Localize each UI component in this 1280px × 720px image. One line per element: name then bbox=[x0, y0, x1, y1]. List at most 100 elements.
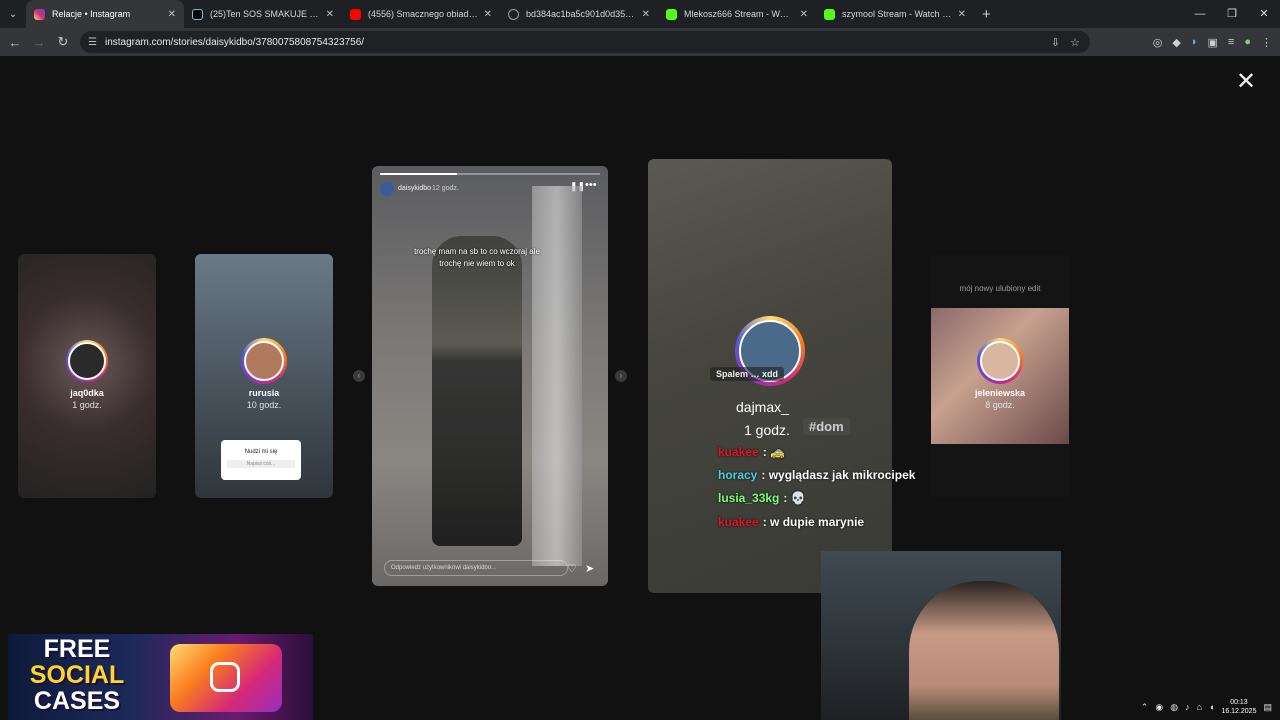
chat-message: kuakee: w dupie marynie bbox=[718, 515, 865, 529]
promo-line: SOCIAL bbox=[29, 661, 125, 689]
story-card-rurusia[interactable]: rurusia 10 godz. Nudzi mi się Napisz coś… bbox=[195, 254, 333, 498]
tab-search-button[interactable]: ⌄ bbox=[0, 1, 26, 27]
network-icon[interactable]: ⌂ bbox=[1197, 702, 1202, 712]
tab-instagram[interactable]: Relacje • Instagram ✕ bbox=[26, 0, 184, 28]
clock-date: 16.12.2025 bbox=[1221, 708, 1257, 715]
window-close-button[interactable]: ✕ bbox=[1248, 0, 1280, 28]
person-figure bbox=[432, 236, 522, 546]
close-icon[interactable]: ✕ bbox=[168, 9, 176, 20]
close-icon[interactable]: ✕ bbox=[800, 9, 808, 20]
reload-button[interactable]: ↻ bbox=[51, 34, 75, 50]
discord-icon[interactable]: ◉ bbox=[1155, 702, 1163, 713]
close-icon[interactable]: ✕ bbox=[642, 9, 650, 20]
chat-text: w dupie marynie bbox=[770, 515, 865, 529]
story-overlay-text: Spalem … xdd bbox=[710, 367, 785, 381]
extensions-bar: ◎ ◆ ◗ ▣ ≡ ● ⋮ bbox=[1153, 28, 1272, 56]
story-username: daisykidbo bbox=[398, 185, 432, 192]
tab-kick-mlekosz[interactable]: Mlekosz666 Stream - Watch Live ✕ bbox=[658, 0, 816, 28]
steam-icon[interactable]: ◍ bbox=[1170, 702, 1178, 713]
heart-icon[interactable]: ♡ bbox=[567, 562, 577, 575]
question-sticker: Nudzi mi się Napisz coś... bbox=[221, 440, 301, 480]
menu-icon[interactable]: ⋮ bbox=[1261, 36, 1272, 49]
close-icon[interactable]: ✕ bbox=[1234, 70, 1258, 94]
story-caption: mój nowy ulubiony edit bbox=[959, 284, 1041, 293]
avatar bbox=[244, 341, 284, 381]
new-tab-button[interactable]: + bbox=[982, 6, 991, 23]
story-username: jaq0dka bbox=[70, 388, 104, 398]
chat-message: lusia_33kg: 💀 bbox=[718, 491, 806, 505]
close-icon[interactable]: ✕ bbox=[958, 9, 966, 20]
tab-label: (4556) Smacznego obiadku, ko bbox=[368, 9, 478, 19]
instagram-icon bbox=[34, 8, 45, 20]
tab-tiktok[interactable]: (25)Ten SOS SMAKUJE jak KEN ✕ bbox=[184, 0, 342, 28]
extension-icon[interactable]: ◗ bbox=[1191, 36, 1198, 48]
sticker-question: Nudzi mi się bbox=[244, 449, 278, 455]
tab-kick-szymool[interactable]: szymool Stream - Watch Live o ✕ bbox=[816, 0, 974, 28]
puzzle-icon[interactable]: ▣ bbox=[1208, 36, 1218, 49]
story-time: 10 godz. bbox=[246, 400, 282, 410]
story-time: 1 godz. bbox=[744, 422, 790, 438]
system-tray: ⌃ ◉ ◍ ♪ ⌂ ◖ 00:13 16.12.2025 ▤ bbox=[1061, 694, 1280, 720]
streamer-figure bbox=[909, 581, 1059, 720]
url-field[interactable]: ☰ instagram.com/stories/daisykidbo/37800… bbox=[80, 31, 1090, 53]
story-time: 8 godz. bbox=[985, 400, 1015, 410]
extension-icon[interactable]: ◆ bbox=[1172, 36, 1180, 49]
tab-label: bd384ac1ba5c901d0d3577b1b bbox=[526, 9, 636, 19]
chat-message: horacy: wyglądasz jak mikrocipek bbox=[718, 468, 916, 482]
tab-label: (25)Ten SOS SMAKUJE jak KEN bbox=[210, 9, 320, 19]
back-button[interactable]: ← bbox=[3, 35, 27, 50]
promo-banner: FREE SOCIAL CASES bbox=[8, 634, 313, 720]
volume-icon[interactable]: ◖ bbox=[1209, 702, 1214, 712]
site-info-icon[interactable]: ☰ bbox=[88, 37, 97, 48]
more-options-icon[interactable]: ••• bbox=[585, 179, 597, 191]
reading-list-icon[interactable]: ≡ bbox=[1228, 36, 1234, 48]
chat-user: kuakee bbox=[718, 445, 759, 459]
promo-line: FREE bbox=[43, 635, 111, 663]
previous-story-button[interactable]: ‹ bbox=[353, 370, 365, 382]
main-story[interactable]: daisykidbo 12 godz. ❚❚ ••• trochę mam na… bbox=[372, 166, 608, 586]
tab-generic[interactable]: bd384ac1ba5c901d0d3577b1b ✕ bbox=[500, 0, 658, 28]
promo-line: CASES bbox=[33, 687, 121, 715]
promo-text: FREE SOCIAL CASES bbox=[12, 636, 142, 714]
sticker-input: Napisz coś... bbox=[227, 460, 295, 468]
close-icon[interactable]: ✕ bbox=[484, 9, 492, 20]
url-text: instagram.com/stories/daisykidbo/3780075… bbox=[104, 36, 365, 48]
story-time: 1 godz. bbox=[72, 400, 102, 410]
chat-message: kuakee: 🚕 bbox=[718, 445, 785, 459]
story-time: 12 godz. bbox=[432, 185, 459, 192]
bookmark-star-icon[interactable]: ☆ bbox=[1070, 36, 1080, 49]
next-story-button[interactable]: › bbox=[615, 370, 627, 382]
extension-icon[interactable]: ◎ bbox=[1153, 36, 1163, 49]
address-bar: ← → ↻ ☰ instagram.com/stories/daisykidbo… bbox=[0, 28, 1280, 56]
tab-youtube[interactable]: (4556) Smacznego obiadku, ko ✕ bbox=[342, 0, 500, 28]
chat-user: kuakee bbox=[718, 515, 759, 529]
youtube-icon bbox=[350, 8, 361, 20]
chat-text: wyglądasz jak mikrocipek bbox=[768, 468, 916, 482]
globe-icon bbox=[508, 8, 519, 20]
reply-input[interactable]: Odpowiedz użytkownikowi daisykidbo... bbox=[384, 560, 568, 576]
microphone-icon[interactable]: ♪ bbox=[1185, 702, 1190, 712]
story-caption: trochę mam na sb to co wczoraj ale troch… bbox=[414, 247, 540, 268]
send-icon[interactable]: ➤ bbox=[585, 562, 594, 575]
instagram-case-icon bbox=[170, 644, 282, 712]
profile-avatar[interactable]: ● bbox=[1244, 36, 1251, 48]
notification-icon[interactable]: ▤ bbox=[1263, 702, 1272, 713]
tab-label: szymool Stream - Watch Live o bbox=[842, 9, 952, 19]
story-progress-bar bbox=[380, 173, 600, 175]
story-card-jaq0dka[interactable]: jaq0dka 1 godz. bbox=[18, 254, 156, 498]
clock[interactable]: 00:13 16.12.2025 bbox=[1221, 698, 1256, 716]
install-app-icon[interactable]: ⇩ bbox=[1051, 36, 1060, 49]
chat-user: lusia_33kg bbox=[718, 491, 780, 505]
window-controls: — ❐ ✕ bbox=[1184, 0, 1280, 28]
instagram-icon bbox=[210, 662, 240, 692]
hashtag-label: #dom bbox=[803, 418, 850, 435]
story-username: dajmax_ bbox=[736, 399, 789, 415]
story-card-jeleniewska[interactable]: mój nowy ulubiony edit jeleniewska 8 god… bbox=[931, 254, 1069, 498]
chevron-up-icon[interactable]: ⌃ bbox=[1141, 702, 1149, 713]
restore-button[interactable]: ❐ bbox=[1216, 0, 1248, 28]
forward-button[interactable]: → bbox=[27, 35, 51, 50]
close-icon[interactable]: ✕ bbox=[326, 9, 334, 20]
chat-text: 💀 bbox=[790, 491, 806, 505]
tab-strip: ⌄ Relacje • Instagram ✕ (25)Ten SOS SMAK… bbox=[0, 0, 1280, 28]
minimize-button[interactable]: — bbox=[1184, 0, 1216, 28]
